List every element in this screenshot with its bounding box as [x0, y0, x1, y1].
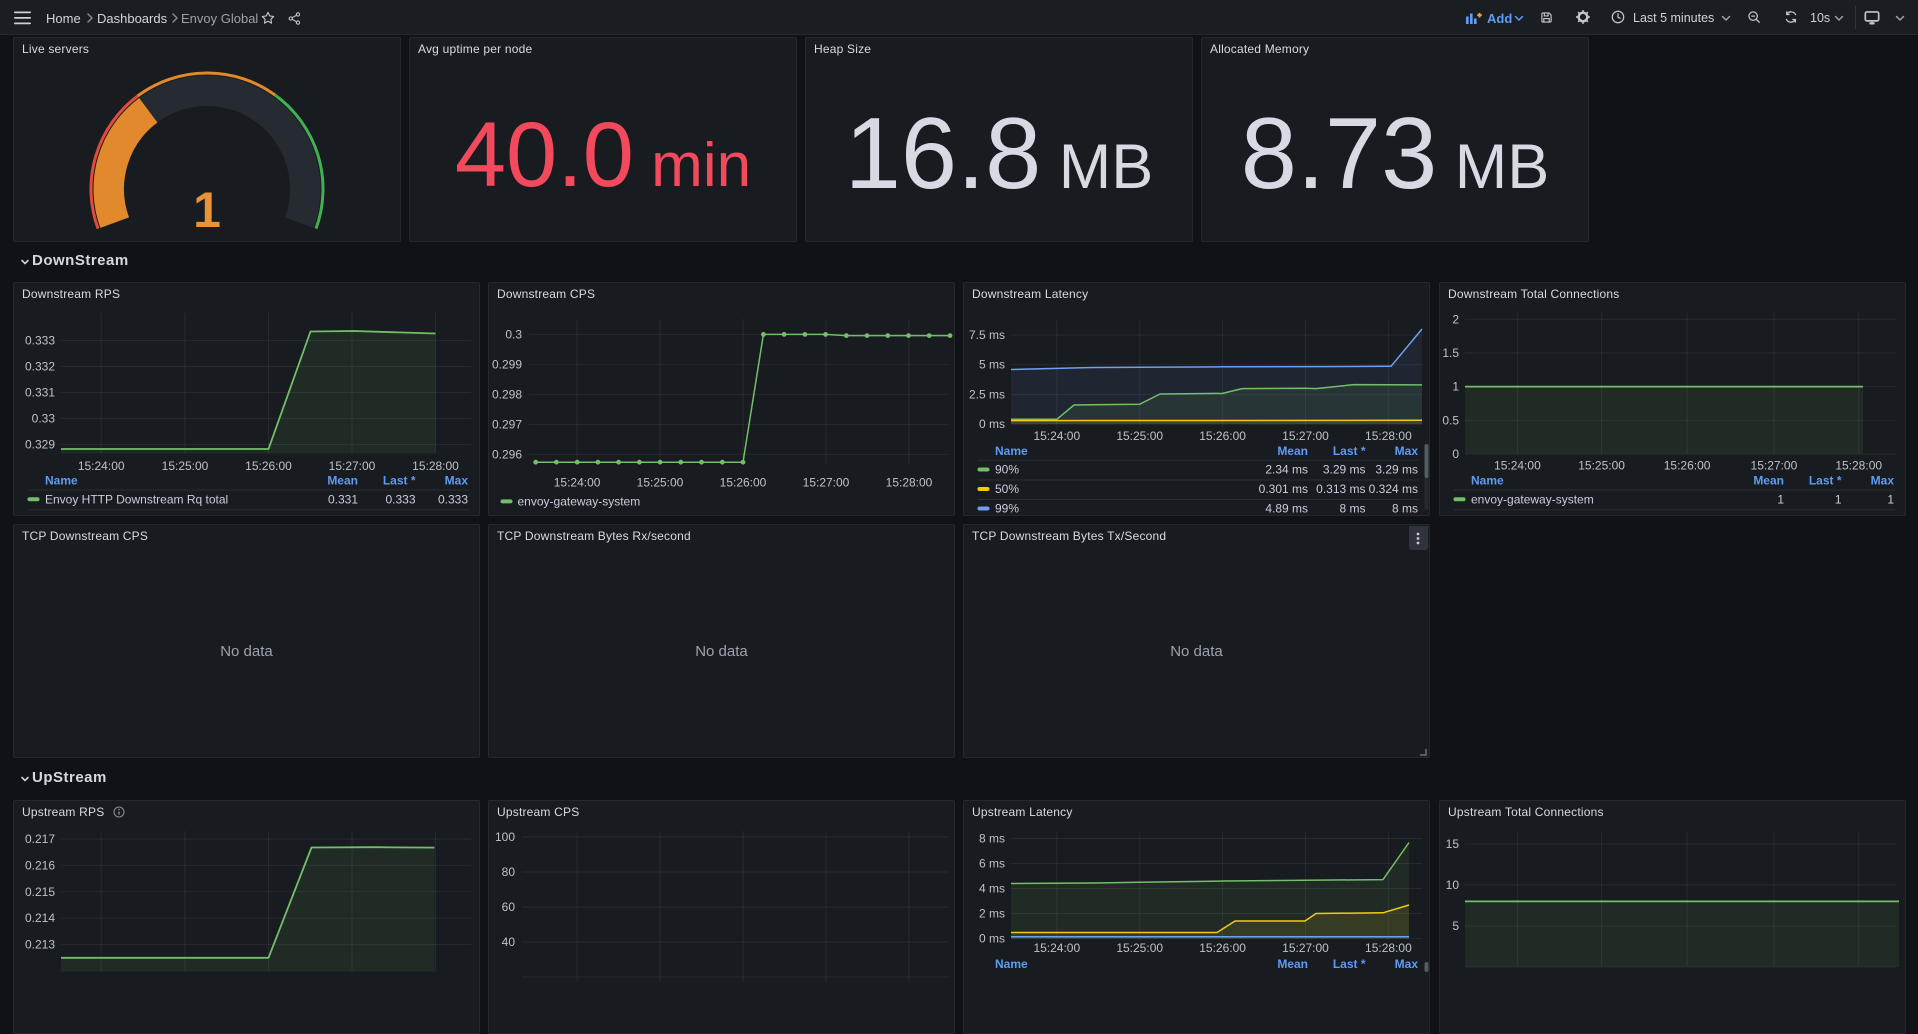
- svg-text:8 ms: 8 ms: [1339, 502, 1365, 516]
- svg-text:0 ms: 0 ms: [979, 417, 1005, 431]
- svg-text:Last *: Last *: [1333, 444, 1366, 458]
- svg-text:0.296: 0.296: [492, 447, 522, 461]
- svg-text:15:25:00: 15:25:00: [637, 476, 684, 490]
- svg-text:15:28:00: 15:28:00: [412, 459, 459, 473]
- svg-text:15:28:00: 15:28:00: [1365, 941, 1412, 955]
- svg-text:1: 1: [1887, 492, 1894, 506]
- svg-text:0.214: 0.214: [25, 911, 55, 925]
- svg-text:Last *: Last *: [383, 474, 416, 488]
- svg-text:2 ms: 2 ms: [979, 907, 1005, 921]
- svg-text:0.5: 0.5: [1442, 413, 1459, 427]
- svg-text:7.5 ms: 7.5 ms: [969, 328, 1005, 342]
- svg-text:0.213: 0.213: [25, 938, 55, 952]
- svg-text:Mean: Mean: [1277, 957, 1308, 971]
- svg-text:0: 0: [1452, 447, 1459, 461]
- svg-text:Name: Name: [995, 444, 1028, 458]
- svg-text:Envoy HTTP Downstream Rq total: Envoy HTTP Downstream Rq total: [45, 492, 228, 506]
- svg-text:0.215: 0.215: [25, 885, 55, 899]
- svg-text:15:24:00: 15:24:00: [1033, 429, 1080, 443]
- svg-text:0.33: 0.33: [32, 412, 56, 426]
- svg-text:0 ms: 0 ms: [979, 932, 1005, 946]
- svg-text:0.301 ms: 0.301 ms: [1259, 482, 1308, 496]
- svg-text:15:27:00: 15:27:00: [329, 459, 376, 473]
- svg-text:0.331: 0.331: [25, 386, 55, 400]
- svg-text:Mean: Mean: [1277, 444, 1308, 458]
- svg-text:Mean: Mean: [1753, 474, 1784, 488]
- svg-text:Last *: Last *: [1333, 957, 1366, 971]
- svg-text:envoy-gateway-system: envoy-gateway-system: [518, 494, 641, 508]
- svg-text:0.297: 0.297: [492, 417, 522, 431]
- svg-text:6 ms: 6 ms: [979, 857, 1005, 871]
- svg-text:4 ms: 4 ms: [979, 882, 1005, 896]
- svg-text:5 ms: 5 ms: [979, 358, 1005, 372]
- svg-text:Max: Max: [1395, 444, 1419, 458]
- svg-text:3.29 ms: 3.29 ms: [1323, 463, 1366, 477]
- svg-text:40: 40: [502, 935, 516, 949]
- svg-text:0.298: 0.298: [492, 387, 522, 401]
- svg-text:60: 60: [502, 900, 516, 914]
- svg-text:99%: 99%: [995, 502, 1019, 516]
- svg-text:15:24:00: 15:24:00: [554, 476, 601, 490]
- svg-text:0.329: 0.329: [25, 438, 55, 452]
- svg-text:15: 15: [1446, 837, 1460, 851]
- svg-text:15:27:00: 15:27:00: [1282, 429, 1329, 443]
- svg-text:0.333: 0.333: [385, 492, 415, 506]
- svg-text:0.3: 0.3: [505, 327, 522, 341]
- svg-text:Name: Name: [45, 474, 78, 488]
- svg-text:3.29 ms: 3.29 ms: [1375, 463, 1418, 477]
- svg-text:15:28:00: 15:28:00: [1835, 459, 1882, 473]
- svg-text:15:25:00: 15:25:00: [1116, 429, 1163, 443]
- svg-text:0.313 ms: 0.313 ms: [1316, 482, 1365, 496]
- svg-text:Mean: Mean: [327, 474, 358, 488]
- svg-text:2.34 ms: 2.34 ms: [1265, 463, 1308, 477]
- svg-text:80: 80: [502, 865, 516, 879]
- svg-text:100: 100: [495, 830, 515, 844]
- svg-text:4.89 ms: 4.89 ms: [1265, 502, 1308, 516]
- svg-text:5: 5: [1452, 919, 1459, 933]
- svg-text:15:24:00: 15:24:00: [1033, 941, 1080, 955]
- svg-text:1.5: 1.5: [1442, 346, 1459, 360]
- svg-text:15:28:00: 15:28:00: [886, 476, 933, 490]
- svg-text:50%: 50%: [995, 482, 1019, 496]
- svg-text:Max: Max: [445, 474, 469, 488]
- svg-text:1: 1: [1777, 492, 1784, 506]
- svg-text:0.324 ms: 0.324 ms: [1369, 482, 1418, 496]
- svg-text:1: 1: [1452, 380, 1459, 394]
- svg-text:0.216: 0.216: [25, 858, 55, 872]
- svg-text:Name: Name: [995, 957, 1028, 971]
- svg-text:15:28:00: 15:28:00: [1365, 429, 1412, 443]
- svg-text:Last *: Last *: [1809, 474, 1842, 488]
- svg-text:15:26:00: 15:26:00: [245, 459, 292, 473]
- svg-text:Max: Max: [1871, 474, 1895, 488]
- svg-text:0.331: 0.331: [328, 492, 358, 506]
- svg-text:15:24:00: 15:24:00: [78, 459, 125, 473]
- svg-text:2: 2: [1452, 312, 1459, 326]
- svg-text:8 ms: 8 ms: [979, 832, 1005, 846]
- svg-text:10: 10: [1446, 878, 1460, 892]
- svg-text:15:24:00: 15:24:00: [1494, 459, 1541, 473]
- svg-text:8 ms: 8 ms: [1392, 502, 1418, 516]
- svg-text:0.299: 0.299: [492, 357, 522, 371]
- svg-text:15:27:00: 15:27:00: [803, 476, 850, 490]
- svg-text:15:26:00: 15:26:00: [1664, 459, 1711, 473]
- svg-text:0.217: 0.217: [25, 832, 55, 846]
- svg-text:envoy-gateway-system: envoy-gateway-system: [1471, 492, 1594, 506]
- svg-text:0.332: 0.332: [25, 360, 55, 374]
- svg-text:15:25:00: 15:25:00: [1578, 459, 1625, 473]
- svg-text:0.333: 0.333: [438, 492, 468, 506]
- svg-text:90%: 90%: [995, 463, 1019, 477]
- svg-text:1: 1: [1835, 492, 1842, 506]
- svg-text:0.333: 0.333: [25, 334, 55, 348]
- svg-text:15:26:00: 15:26:00: [1199, 429, 1246, 443]
- svg-text:Name: Name: [1471, 474, 1504, 488]
- svg-text:2.5 ms: 2.5 ms: [969, 388, 1005, 402]
- svg-text:1: 1: [193, 182, 221, 238]
- svg-text:15:27:00: 15:27:00: [1282, 941, 1329, 955]
- svg-text:15:25:00: 15:25:00: [1116, 941, 1163, 955]
- svg-text:15:27:00: 15:27:00: [1751, 459, 1798, 473]
- svg-text:15:26:00: 15:26:00: [720, 476, 767, 490]
- svg-text:15:25:00: 15:25:00: [162, 459, 209, 473]
- svg-text:Max: Max: [1395, 957, 1419, 971]
- svg-text:15:26:00: 15:26:00: [1199, 941, 1246, 955]
